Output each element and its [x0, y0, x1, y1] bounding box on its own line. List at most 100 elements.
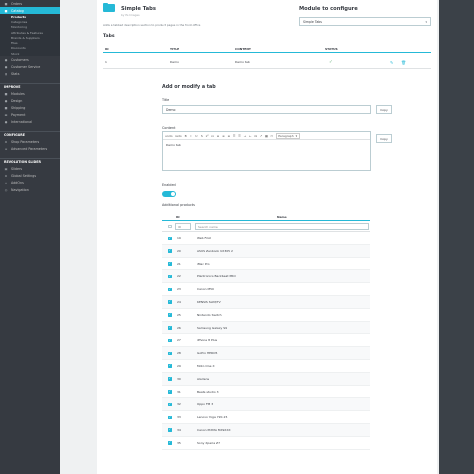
product-name: GoPro HERO5: [197, 351, 218, 356]
product-checkbox[interactable]: ✓: [168, 249, 172, 253]
editor-body[interactable]: Demo tab: [163, 140, 370, 150]
sidebar-item-payment[interactable]: ▬ Payment: [0, 111, 60, 118]
table-row[interactable]: ✓ 25 Nintendo Switch: [162, 309, 370, 322]
product-checkbox[interactable]: ✓: [168, 261, 172, 266]
cart-icon: ■: [4, 1, 8, 6]
table-row[interactable]: ✓ 21 iMac Pro: [162, 258, 370, 271]
module-description: Adds a tabbed description section to pro…: [103, 23, 201, 27]
table-row[interactable]: ✓ 35 Sony Xperia Z7: [162, 437, 370, 450]
product-id: 33: [177, 415, 181, 420]
sidebar-item-international[interactable]: ● International: [0, 118, 60, 125]
toolbar-button[interactable]: ≡: [216, 134, 220, 138]
toolbar-button[interactable]: undo: [165, 134, 173, 138]
toolbar-button[interactable]: ▦: [265, 134, 268, 138]
select-all-checkbox[interactable]: [168, 224, 172, 229]
product-checkbox[interactable]: ✓: [168, 441, 172, 445]
table-row[interactable]: ✓ 29 Moto One X: [162, 360, 370, 373]
status-check-icon[interactable]: ✓: [329, 56, 333, 68]
product-id: 24: [177, 299, 181, 304]
sidebar-item-sliders[interactable]: ▣ Sliders: [0, 165, 60, 172]
table-row[interactable]: 1 Demo Demo tab ✓ ✎ 🗑: [103, 56, 431, 69]
gear-icon: ⚙: [4, 173, 8, 178]
edit-icon[interactable]: ✎: [390, 56, 393, 68]
table-row[interactable]: ✓ 34 Canon PIXMA MX9XXX: [162, 423, 370, 437]
sidebar-item-label: Sliders: [11, 166, 23, 171]
sidebar-item-customer-service[interactable]: ● Customer Service: [0, 63, 60, 70]
product-checkbox[interactable]: ✓: [168, 274, 172, 279]
sidebar-item-navigation[interactable]: ◎ Navigation: [0, 186, 60, 193]
table-row[interactable]: ✓ 33 Lenovo Yoga 720-15: [162, 411, 370, 424]
sidebar-item-shop-parameters[interactable]: ⚙ Shop Parameters: [0, 138, 60, 145]
toolbar-button[interactable]: ≡: [227, 134, 230, 138]
toolbar-button[interactable]: I: [189, 134, 192, 138]
toolbar-button[interactable]: ←: [249, 134, 252, 138]
product-checkbox[interactable]: ✓: [168, 377, 172, 381]
product-checkbox[interactable]: ✓: [168, 402, 172, 407]
sidebar-section-heading: REVOLUTION SLIDER: [0, 158, 60, 165]
product-checkbox[interactable]: ✓: [168, 428, 172, 433]
product-checkbox[interactable]: ✓: [168, 389, 172, 394]
copy-title-button[interactable]: Copy: [376, 105, 392, 114]
sidebar-item-label: Customer Service: [11, 64, 41, 69]
trash-icon[interactable]: 🗑: [401, 56, 406, 68]
user-icon: ●: [4, 57, 8, 62]
toolbar-button[interactable]: ▭: [270, 134, 273, 138]
toolbar-button[interactable]: ↗: [260, 134, 263, 138]
toolbar-button[interactable]: ≡: [222, 134, 225, 138]
toolbar-button[interactable]: redo: [175, 134, 182, 138]
sidebar-item-modules[interactable]: ■ Modules: [0, 90, 60, 97]
product-checkbox[interactable]: ✓: [168, 236, 172, 241]
product-id: 20: [177, 248, 181, 253]
table-row[interactable]: ✓ 24 KENSIS SLIM/TV: [162, 295, 370, 309]
sidebar-item-design[interactable]: ● Design: [0, 97, 60, 104]
toolbar-button[interactable]: S: [200, 134, 203, 138]
sidebar-item-stats[interactable]: ▮ Stats: [0, 70, 60, 77]
table-row[interactable]: ✓ 27 iPhone 8 Plus: [162, 334, 370, 348]
table-row[interactable]: ✓ 19 Web Frist: [162, 232, 370, 245]
toolbar-button[interactable]: B: [184, 134, 187, 138]
toolbar-button[interactable]: →: [243, 134, 247, 138]
product-checkbox[interactable]: ✓: [168, 313, 172, 317]
module-select[interactable]: Simple Tabs ▾: [299, 17, 431, 26]
toolbar-button[interactable]: U: [195, 134, 198, 138]
title-input[interactable]: Demo: [162, 105, 371, 114]
table-row[interactable]: ✓ 31 Beats studio 3: [162, 386, 370, 399]
sidebar-item-customers[interactable]: ● Customers: [0, 56, 60, 63]
form-heading: Add or modify a tab: [162, 85, 216, 90]
toolbar-button[interactable]: x²: [206, 134, 209, 138]
copy-content-button[interactable]: Copy: [376, 134, 392, 143]
id-filter-input[interactable]: ID: [175, 223, 191, 230]
toolbar-button[interactable]: ☰: [238, 134, 241, 138]
sidebar-item-orders[interactable]: ■ Orders: [0, 0, 60, 7]
tabs-heading: Tabs: [103, 34, 115, 39]
sidebar-item-shipping[interactable]: ■ Shipping: [0, 104, 60, 111]
enabled-toggle[interactable]: [162, 191, 176, 197]
sidebar-item-global-settings[interactable]: ⚙ Global Settings: [0, 172, 60, 179]
product-checkbox[interactable]: ✓: [168, 325, 172, 330]
search-input[interactable]: Search name: [195, 223, 369, 230]
table-row[interactable]: ✓ 26 Samsung Galaxy S9: [162, 321, 370, 335]
paragraph-select-value: Paragraph: [278, 133, 294, 138]
product-checkbox[interactable]: ✓: [168, 338, 172, 343]
table-row[interactable]: ✓ 32 Oppo FM 3: [162, 398, 370, 412]
table-row[interactable]: ✓ 23 Canon M50: [162, 283, 370, 296]
sidebar-section-heading: IMPROVE: [0, 83, 60, 90]
product-checkbox[interactable]: ✓: [168, 415, 172, 420]
sidebar-item-addons[interactable]: + AddOns: [0, 179, 60, 186]
toolbar-button[interactable]: ☰: [233, 134, 236, 138]
toolbar-button[interactable]: x₂: [211, 134, 214, 138]
product-checkbox[interactable]: ✓: [168, 351, 172, 356]
paragraph-select[interactable]: Paragraph ▾: [275, 132, 300, 139]
product-id: 34: [177, 427, 181, 432]
table-row[interactable]: ✓ 20 ASUS Zenbook UX305 2: [162, 244, 370, 258]
sidebar-item-catalog[interactable]: ■ Catalog: [0, 7, 60, 14]
table-row[interactable]: ✓ 22 Plantronics Backbeat PRO: [162, 270, 370, 284]
product-checkbox[interactable]: ✓: [168, 287, 172, 292]
content-editor[interactable]: undo redo B I U Sx² x₂ ≡ ≡ ≡ ☰ ☰ → ← Ω ↗ ▦ ▭ Paragraph ▾ De…: [162, 131, 371, 171]
product-checkbox[interactable]: ✓: [168, 300, 172, 305]
table-row[interactable]: ✓ 30 Alarlens: [162, 372, 370, 386]
table-row[interactable]: ✓ 28 GoPro HERO5: [162, 347, 370, 360]
toolbar-button[interactable]: Ω: [254, 134, 257, 138]
sidebar-item-advanced-parameters[interactable]: ≡ Advanced Parameters: [0, 145, 60, 152]
product-checkbox[interactable]: ✓: [168, 364, 172, 369]
